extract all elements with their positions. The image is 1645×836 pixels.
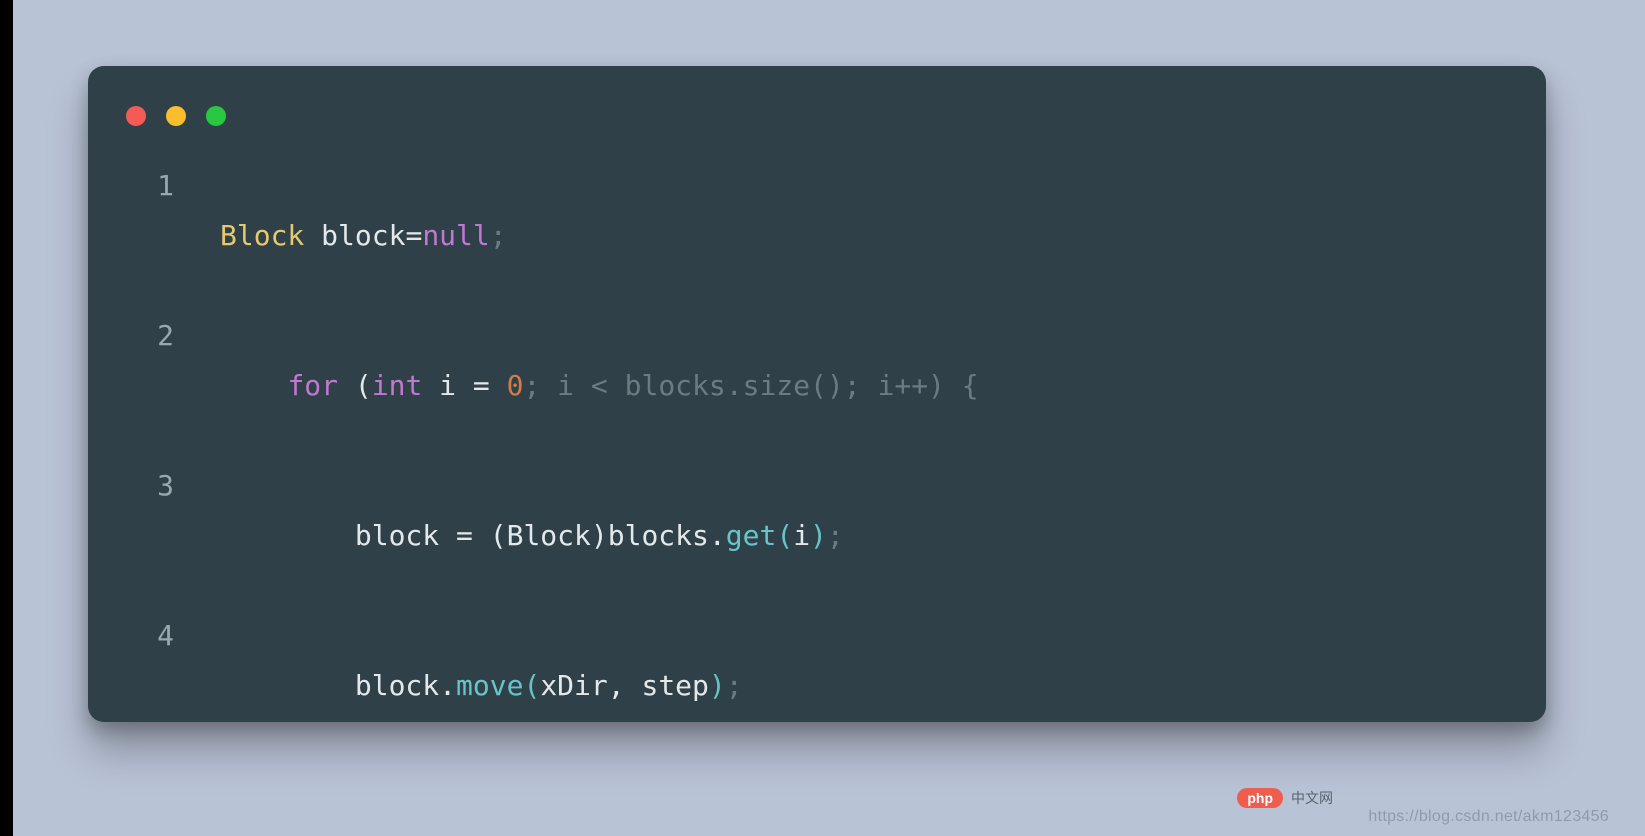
token-identifier: block: [355, 519, 456, 552]
token-identifier: block.: [355, 669, 456, 702]
code-line: 1 Block block=null;: [126, 161, 1508, 311]
token-number: 0: [507, 369, 524, 402]
line-number: 4: [126, 611, 174, 661]
code-content: block = (Block)blocks.get(i);: [220, 461, 844, 611]
token-punct: ): [810, 519, 827, 552]
logo-pill: php: [1237, 788, 1283, 808]
token-keyword: for: [287, 369, 338, 402]
token-dimmed: ; i < blocks.size(); i++) {: [523, 369, 978, 402]
minimize-icon[interactable]: [166, 106, 186, 126]
token-identifier: i: [422, 369, 473, 402]
token-punct: (: [338, 369, 372, 402]
token-punct: (: [776, 519, 793, 552]
token-keyword: int: [372, 369, 423, 402]
maximize-icon[interactable]: [206, 106, 226, 126]
token-method: move: [456, 669, 523, 702]
line-number: 3: [126, 461, 174, 511]
token-identifier: block: [304, 219, 405, 252]
token-operator: =: [473, 369, 490, 402]
space: [490, 369, 507, 402]
window-traffic-lights: [126, 106, 226, 126]
token-identifier: i: [793, 519, 810, 552]
token-punct: ;: [490, 219, 507, 252]
code-content: Block block=null;: [220, 161, 507, 311]
token-method: get: [726, 519, 777, 552]
token-punct: ): [709, 669, 726, 702]
code-area: 1 Block block=null; 2 for (int i = 0; i …: [126, 161, 1508, 692]
code-window: 1 Block block=null; 2 for (int i = 0; i …: [88, 66, 1546, 722]
watermark-logo: php 中文网: [1237, 788, 1333, 808]
indent: [220, 669, 355, 702]
token-identifier: xDir, step: [540, 669, 709, 702]
token-punct: (: [523, 669, 540, 702]
token-punct: ;: [827, 519, 844, 552]
code-content: for (int i = 0; i < blocks.size(); i++) …: [220, 311, 979, 461]
token-operator: =: [405, 219, 422, 252]
token-identifier: (Block)blocks.: [473, 519, 726, 552]
page-stage: 1 Block block=null; 2 for (int i = 0; i …: [0, 0, 1645, 836]
line-number: 1: [126, 161, 174, 211]
left-stripe: [0, 0, 13, 836]
watermark-url: https://blog.csdn.net/akm123456: [1368, 808, 1609, 826]
token-keyword: null: [422, 219, 489, 252]
code-line: 4 block.move(xDir, step);: [126, 611, 1508, 722]
token-operator: =: [456, 519, 473, 552]
close-icon[interactable]: [126, 106, 146, 126]
indent: [220, 519, 355, 552]
indent: [220, 369, 287, 402]
code-content: block.move(xDir, step);: [220, 611, 743, 722]
token-type: Block: [220, 219, 304, 252]
logo-cn-text: 中文网: [1291, 788, 1333, 808]
token-punct: ;: [726, 669, 743, 702]
code-line: 3 block = (Block)blocks.get(i);: [126, 461, 1508, 611]
code-line: 2 for (int i = 0; i < blocks.size(); i++…: [126, 311, 1508, 461]
line-number: 2: [126, 311, 174, 361]
